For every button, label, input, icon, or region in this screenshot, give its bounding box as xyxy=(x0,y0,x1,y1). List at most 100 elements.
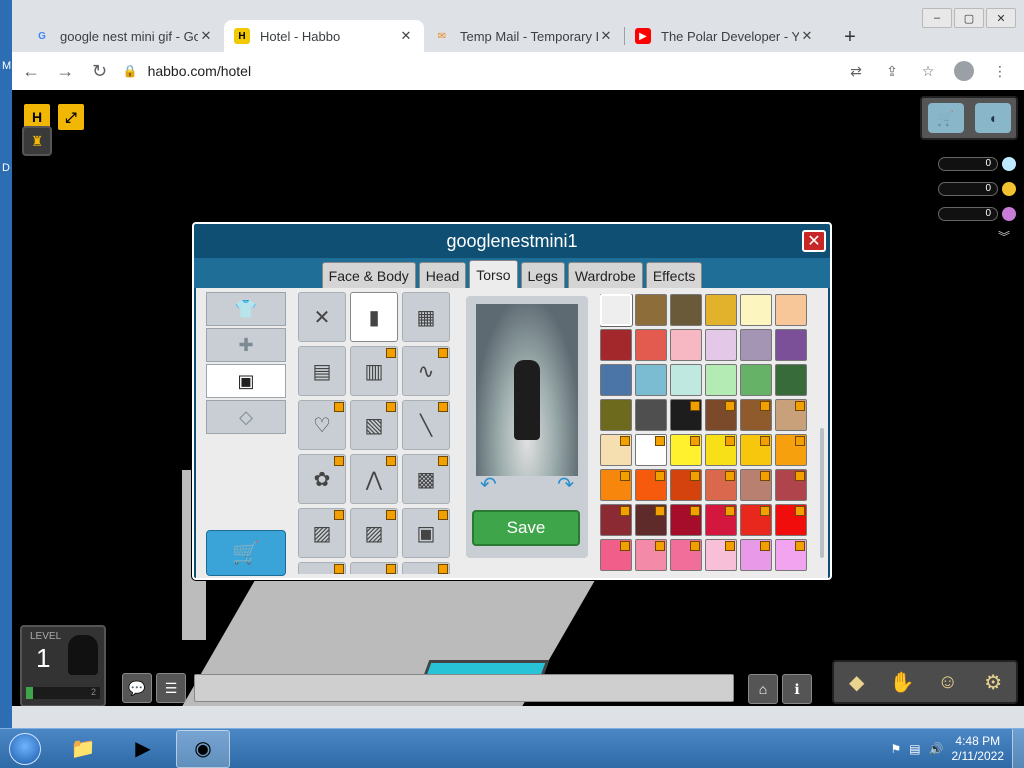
color-swatch[interactable] xyxy=(775,539,807,571)
tab-effects[interactable]: Effects xyxy=(645,262,703,288)
clock[interactable]: 4:48 PM 2/11/2022 xyxy=(952,734,1005,764)
color-swatch[interactable] xyxy=(740,469,772,501)
color-swatch[interactable] xyxy=(740,504,772,536)
shop-cart-icon[interactable]: 🛒 xyxy=(927,103,964,133)
color-swatch[interactable] xyxy=(740,329,772,361)
clothing-item[interactable]: ▤ xyxy=(298,346,346,396)
room-info-icon[interactable]: ♜ xyxy=(22,126,52,156)
home-room-icon[interactable]: ⌂ xyxy=(748,674,778,704)
chrome-taskbar-button[interactable]: ◉ xyxy=(176,729,230,768)
category-shirt[interactable]: 👕 xyxy=(206,292,286,326)
color-swatch[interactable] xyxy=(740,364,772,396)
add-to-cart-button[interactable]: 🛒 xyxy=(206,530,286,576)
level-widget[interactable]: LEVEL 1 2 xyxy=(20,625,106,706)
color-swatch[interactable] xyxy=(670,294,702,326)
clothing-item[interactable]: ▫ xyxy=(350,562,398,574)
friends-icon[interactable]: ☺ xyxy=(931,665,965,699)
color-swatch[interactable] xyxy=(635,434,667,466)
volume-icon[interactable]: 🔊 xyxy=(929,742,944,756)
translate-icon[interactable]: ⇄ xyxy=(840,57,872,85)
chat-bubble-icon[interactable]: 💬 xyxy=(122,673,152,703)
color-swatch[interactable] xyxy=(775,364,807,396)
chevron-down-icon[interactable]: ︾ xyxy=(998,228,1010,245)
color-swatch[interactable] xyxy=(635,294,667,326)
settings-gear-icon[interactable]: ⚙ xyxy=(976,665,1010,699)
piggy-bank-icon[interactable]: ◖ xyxy=(974,103,1011,133)
color-swatch[interactable] xyxy=(705,364,737,396)
forward-button[interactable]: → xyxy=(50,57,80,85)
category-necklace[interactable]: ◇ xyxy=(206,400,286,434)
clothing-item[interactable]: ▧ xyxy=(350,400,398,450)
color-swatch[interactable] xyxy=(600,294,632,326)
maximize-button[interactable]: ▢ xyxy=(954,8,984,28)
color-swatch[interactable] xyxy=(600,504,632,536)
tab-face-body[interactable]: Face & Body xyxy=(321,262,416,288)
fullscreen-button[interactable]: ⤢ xyxy=(56,102,86,132)
color-swatch[interactable] xyxy=(775,469,807,501)
color-swatch[interactable] xyxy=(705,434,737,466)
close-icon[interactable]: ✕ xyxy=(198,28,214,44)
clothing-item[interactable]: ▥ xyxy=(350,346,398,396)
color-swatch[interactable] xyxy=(705,399,737,431)
color-swatch[interactable] xyxy=(600,469,632,501)
save-button[interactable]: Save xyxy=(472,510,580,546)
profile-button[interactable] xyxy=(948,57,980,85)
color-swatch[interactable] xyxy=(670,399,702,431)
color-swatch[interactable] xyxy=(600,539,632,571)
navigator-icon[interactable]: ◆ xyxy=(840,665,874,699)
color-swatch[interactable] xyxy=(775,504,807,536)
clothing-item[interactable]: ▨ xyxy=(350,508,398,558)
color-swatch[interactable] xyxy=(635,399,667,431)
color-swatch[interactable] xyxy=(670,539,702,571)
color-swatch[interactable] xyxy=(600,364,632,396)
color-swatch[interactable] xyxy=(775,399,807,431)
color-swatch[interactable] xyxy=(775,294,807,326)
color-swatch[interactable] xyxy=(740,294,772,326)
close-icon[interactable]: ✕ xyxy=(398,28,414,44)
clothing-item[interactable]: ▩ xyxy=(402,454,450,504)
clothing-item[interactable]: ▨ xyxy=(298,508,346,558)
clothing-item[interactable]: ∿ xyxy=(402,346,450,396)
room-info-button[interactable]: ℹ xyxy=(782,674,812,704)
show-desktop-button[interactable] xyxy=(1012,728,1024,768)
tab-legs[interactable]: Legs xyxy=(520,262,565,288)
clothing-item[interactable]: ⋀ xyxy=(350,454,398,504)
rotate-left-icon[interactable]: ↶ xyxy=(480,472,497,497)
new-tab-button[interactable]: + xyxy=(835,22,865,52)
clothing-item[interactable]: ╲ xyxy=(402,400,450,450)
close-icon[interactable]: ✕ xyxy=(799,28,815,44)
clothing-item[interactable]: ▫ xyxy=(298,562,346,574)
color-swatch[interactable] xyxy=(740,399,772,431)
color-swatch[interactable] xyxy=(600,434,632,466)
close-window-button[interactable]: ✕ xyxy=(986,8,1016,28)
color-swatch[interactable] xyxy=(740,539,772,571)
network-icon[interactable]: ▤ xyxy=(909,742,920,756)
explorer-taskbar-button[interactable]: 📁 xyxy=(56,730,110,768)
start-button[interactable] xyxy=(0,729,50,768)
tab-wardrobe[interactable]: Wardrobe xyxy=(567,262,643,288)
color-swatch[interactable] xyxy=(635,469,667,501)
clothing-item[interactable]: ▮ xyxy=(350,292,398,342)
chat-input[interactable] xyxy=(194,674,734,702)
clothing-item[interactable]: ▦ xyxy=(402,292,450,342)
address-bar[interactable]: 🔒 habbo.com/hotel xyxy=(122,57,840,85)
close-icon[interactable]: ✕ xyxy=(598,28,614,44)
color-swatch[interactable] xyxy=(670,364,702,396)
color-swatch[interactable] xyxy=(705,469,737,501)
habbo-game-canvas[interactable]: H ⤢ ♜ 🛒 ◖ 0 0 0 ︾ googlenestmini1 ✕ Face… xyxy=(12,90,1024,706)
tab-google[interactable]: G google nest mini gif - Goo ✕ xyxy=(24,20,224,52)
dialog-close-button[interactable]: ✕ xyxy=(802,230,826,252)
color-swatch[interactable] xyxy=(635,329,667,361)
minimize-button[interactable]: – xyxy=(922,8,952,28)
tab-youtube[interactable]: ▶ The Polar Developer - You ✕ xyxy=(625,20,825,52)
category-jacket-plus[interactable]: ✚ xyxy=(206,328,286,362)
color-swatch[interactable] xyxy=(775,329,807,361)
color-swatch[interactable] xyxy=(670,504,702,536)
clothing-item[interactable]: ✿ xyxy=(298,454,346,504)
rotate-right-icon[interactable]: ↷ xyxy=(557,472,574,497)
currency-credits[interactable]: 0 xyxy=(930,181,1016,197)
share-icon[interactable]: ⇪ xyxy=(876,57,908,85)
color-swatch[interactable] xyxy=(670,469,702,501)
tab-head[interactable]: Head xyxy=(418,262,467,288)
action-center-icon[interactable]: ⚑ xyxy=(890,742,901,756)
